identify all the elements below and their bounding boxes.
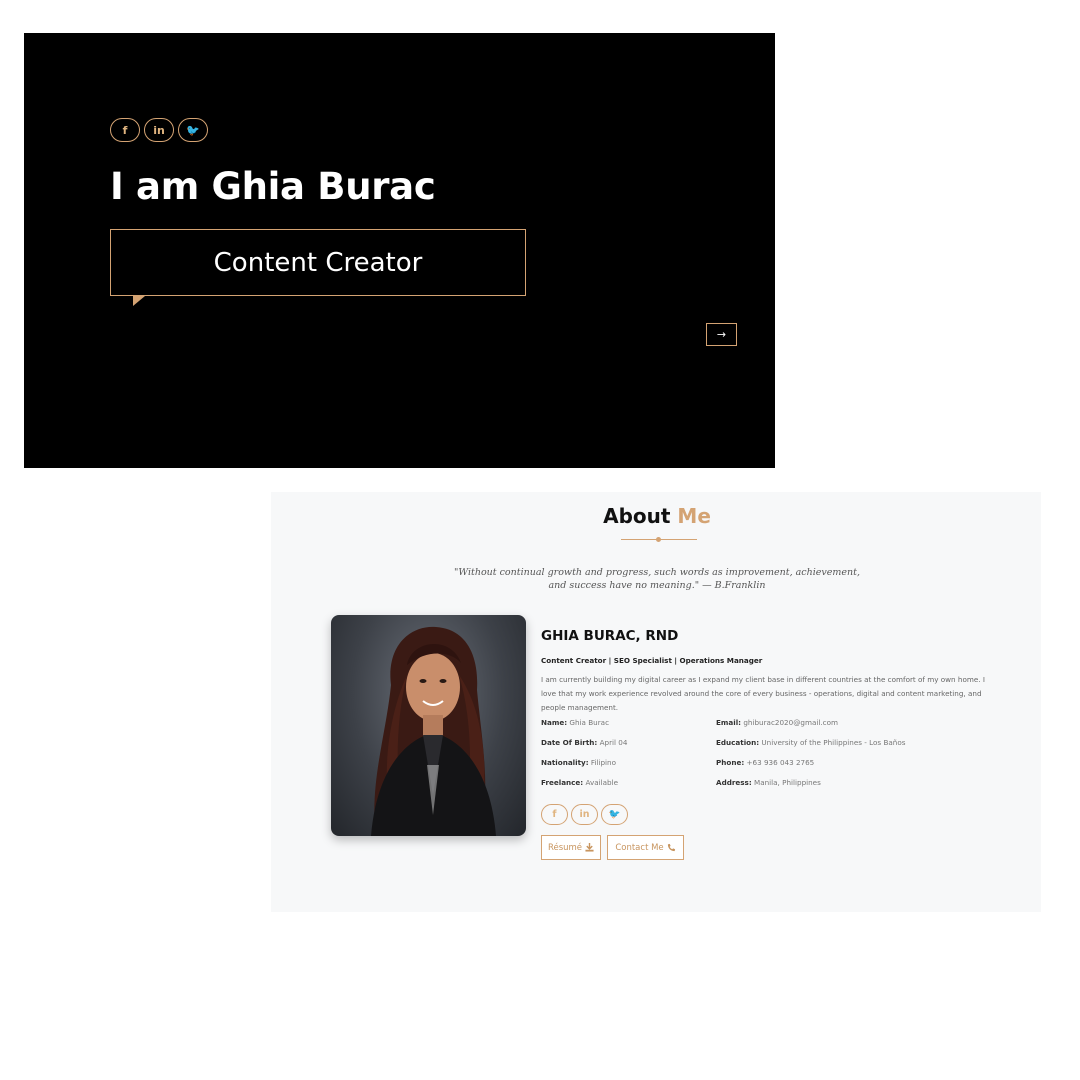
quote-line-2: and success have no meaning." — B.Frankl…: [548, 580, 766, 591]
hero-title: I am Ghia Burac: [110, 165, 436, 208]
facebook-icon[interactable]: f: [541, 804, 568, 825]
profile-details: Name: Ghia Burac Date Of Birth: April 04…: [541, 716, 1001, 796]
profile-name: GHIA BURAC, RND: [541, 628, 679, 644]
detail-nationality: Nationality: Filipino: [541, 758, 617, 767]
profile-roles: Content Creator | SEO Specialist | Opera…: [541, 656, 763, 665]
detail-education: Education: University of the Philippines…: [716, 738, 906, 747]
hero-section: f in 🐦 I am Ghia Burac Content Creator →: [24, 33, 775, 468]
twitter-icon[interactable]: 🐦: [601, 804, 628, 825]
contact-button[interactable]: Contact Me: [607, 835, 684, 860]
profile-bio: I am currently building my digital caree…: [541, 675, 985, 712]
twitter-icon[interactable]: 🐦: [178, 118, 208, 142]
quote-line-1: "Without continual growth and progress, …: [454, 567, 860, 578]
profile-portrait-illustration: [371, 626, 496, 836]
linkedin-icon[interactable]: in: [144, 118, 174, 142]
heading-divider: [621, 537, 697, 542]
profile-info: GHIA BURAC, RND Content Creator | SEO Sp…: [541, 628, 1001, 796]
about-social-links: f in 🐦: [541, 804, 628, 825]
phone-icon: [667, 843, 675, 852]
hero-role-text: Content Creator: [213, 247, 423, 278]
about-heading-accent: Me: [677, 504, 711, 528]
about-section: About Me "Without continual growth and p…: [271, 492, 1041, 912]
hero-social-links: f in 🐦: [110, 118, 208, 142]
next-arrow-button[interactable]: →: [706, 323, 737, 346]
detail-freelance: Freelance: Available: [541, 778, 619, 787]
resume-button-label: Résumé: [547, 842, 583, 853]
quote: "Without continual growth and progress, …: [271, 566, 1043, 592]
resume-button[interactable]: Résumé: [541, 835, 601, 860]
hero-role-box: Content Creator: [110, 229, 526, 296]
speech-tail-icon: [133, 296, 145, 306]
detail-phone: Phone: +63 936 043 2765: [716, 758, 815, 767]
contact-button-label: Contact Me: [615, 842, 664, 853]
profile-photo: [331, 615, 526, 836]
detail-dob: Date Of Birth: April 04: [541, 738, 628, 747]
detail-email: Email: ghiburac2020@gmail.com: [716, 718, 838, 727]
about-heading: About Me: [271, 504, 1043, 528]
linkedin-icon[interactable]: in: [571, 804, 598, 825]
detail-address: Address: Manila, Philippines: [716, 778, 821, 787]
facebook-icon[interactable]: f: [110, 118, 140, 142]
download-icon: [585, 843, 594, 852]
detail-name: Name: Ghia Burac: [541, 718, 610, 727]
about-heading-main: About: [603, 504, 671, 528]
